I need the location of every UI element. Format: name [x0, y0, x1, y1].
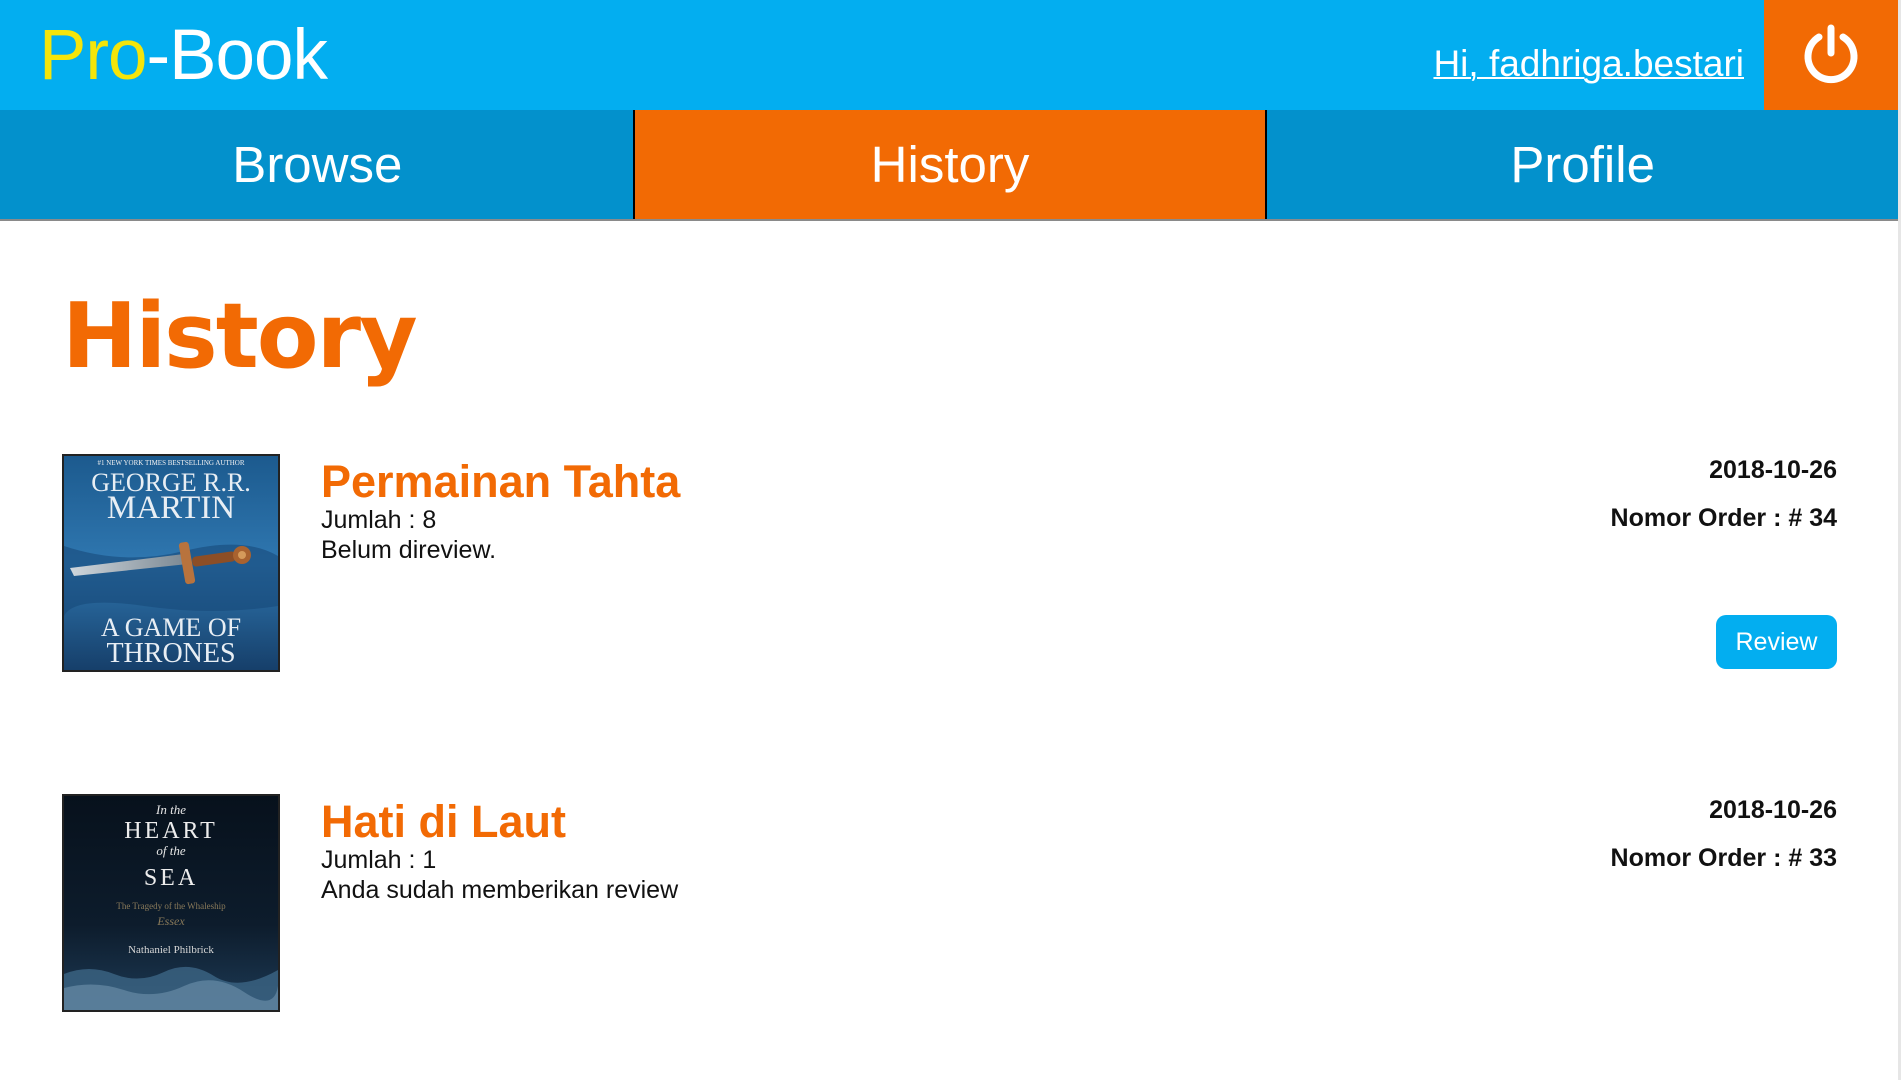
book-cover-art: #1 NEW YORK TIMES BESTSELLING AUTHOR GEO… [64, 456, 278, 670]
order-quantity: Jumlah : 8 [321, 506, 437, 534]
power-icon [1804, 24, 1858, 84]
logo-pro-text: Pro [39, 16, 147, 95]
book-cover-image: #1 NEW YORK TIMES BESTSELLING AUTHOR GEO… [62, 454, 280, 672]
svg-text:In the: In the [155, 802, 186, 817]
book-title[interactable]: Hati di Laut [321, 794, 566, 850]
svg-text:#1 NEW YORK TIMES BESTSELLING: #1 NEW YORK TIMES BESTSELLING AUTHOR [97, 459, 244, 467]
main-nav: Browse History Profile [0, 110, 1899, 221]
review-status: Belum direview. [321, 536, 497, 564]
svg-text:Nathaniel Philbrick: Nathaniel Philbrick [128, 944, 214, 956]
logo-book-text: -Book [146, 16, 328, 95]
book-title[interactable]: Permainan Tahta [321, 454, 680, 510]
svg-text:The Tragedy of the Whaleship: The Tragedy of the Whaleship [116, 901, 226, 911]
svg-text:SEA: SEA [144, 865, 198, 891]
svg-text:MARTIN: MARTIN [107, 490, 235, 526]
book-cover-image: In the HEART of the SEA The Tragedy of t… [62, 794, 280, 1012]
book-cover-art: In the HEART of the SEA The Tragedy of t… [64, 796, 278, 1010]
app-frame: Pro-Book Hi, fadhriga.bestari Browse His… [0, 0, 1899, 1080]
tab-history[interactable]: History [632, 110, 1266, 219]
page-title: History [62, 284, 418, 389]
order-quantity: Jumlah : 1 [321, 846, 437, 874]
svg-text:of the: of the [156, 843, 185, 858]
review-status: Anda sudah memberikan review [321, 876, 679, 904]
tab-browse[interactable]: Browse [0, 110, 633, 219]
review-button[interactable]: Review [1716, 615, 1837, 669]
svg-text:HEART: HEART [124, 818, 218, 844]
order-number: Nomor Order : # 34 [1610, 504, 1837, 532]
order-item: #1 NEW YORK TIMES BESTSELLING AUTHOR GEO… [62, 454, 1837, 674]
logout-button[interactable] [1764, 0, 1898, 110]
tab-profile[interactable]: Profile [1265, 110, 1899, 219]
svg-text:Essex: Essex [156, 914, 185, 928]
app-logo[interactable]: Pro-Book [39, 14, 328, 98]
top-header: Pro-Book Hi, fadhriga.bestari [0, 0, 1898, 110]
user-greeting-link[interactable]: Hi, fadhriga.bestari [1433, 40, 1744, 88]
page: Pro-Book Hi, fadhriga.bestari Browse His… [0, 0, 1901, 1080]
order-date: 2018-10-26 [1709, 456, 1837, 484]
order-date: 2018-10-26 [1709, 796, 1837, 824]
order-item: In the HEART of the SEA The Tragedy of t… [62, 794, 1837, 1014]
svg-text:THRONES: THRONES [106, 638, 235, 669]
order-number: Nomor Order : # 33 [1610, 844, 1837, 872]
